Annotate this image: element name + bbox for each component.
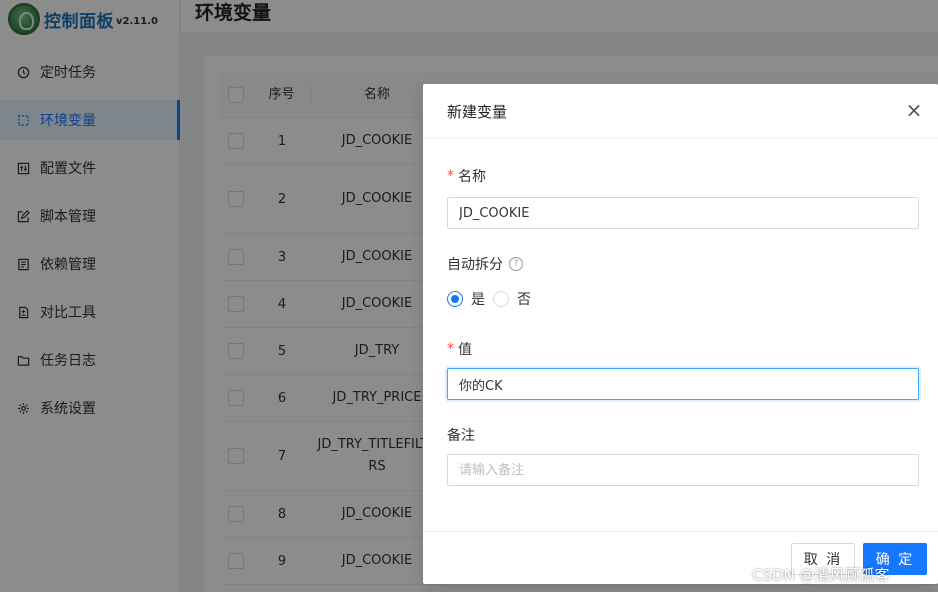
name-label-text: 名称 xyxy=(458,169,486,185)
split-label: 自动拆分 ? xyxy=(447,253,919,275)
required-mark: * xyxy=(447,168,454,184)
value-label: * 值 xyxy=(447,338,919,360)
remark-input[interactable] xyxy=(447,454,919,486)
split-radio-group: 是 否 xyxy=(447,288,919,310)
modal-title: 新建变量 xyxy=(447,102,508,121)
question-icon[interactable]: ? xyxy=(509,257,523,271)
radio-no-circle[interactable] xyxy=(493,291,509,307)
radio-yes[interactable]: 是 xyxy=(447,289,485,309)
remark-label: 备注 xyxy=(447,424,919,446)
modal-header: 新建变量 xyxy=(423,84,938,139)
remark-label-text: 备注 xyxy=(447,428,475,444)
radio-no-label: 否 xyxy=(517,292,531,308)
radio-yes-label: 是 xyxy=(471,292,485,308)
close-icon[interactable]: × xyxy=(904,100,924,121)
new-variable-modal: 新建变量 × * 名称 自动拆分 ? 是 否 * 值 备注 xyxy=(423,84,938,584)
value-label-text: 值 xyxy=(458,342,472,358)
required-mark: * xyxy=(447,341,454,357)
watermark: CSDN @清风顾孤客 xyxy=(752,566,890,584)
name-label: * 名称 xyxy=(447,165,919,187)
radio-yes-circle[interactable] xyxy=(447,291,463,307)
variable-form: * 名称 自动拆分 ? 是 否 * 值 备注 xyxy=(423,165,938,486)
split-label-text: 自动拆分 xyxy=(447,257,503,273)
value-input[interactable] xyxy=(447,368,919,400)
name-input[interactable] xyxy=(447,197,919,229)
radio-no[interactable]: 否 xyxy=(493,289,531,309)
